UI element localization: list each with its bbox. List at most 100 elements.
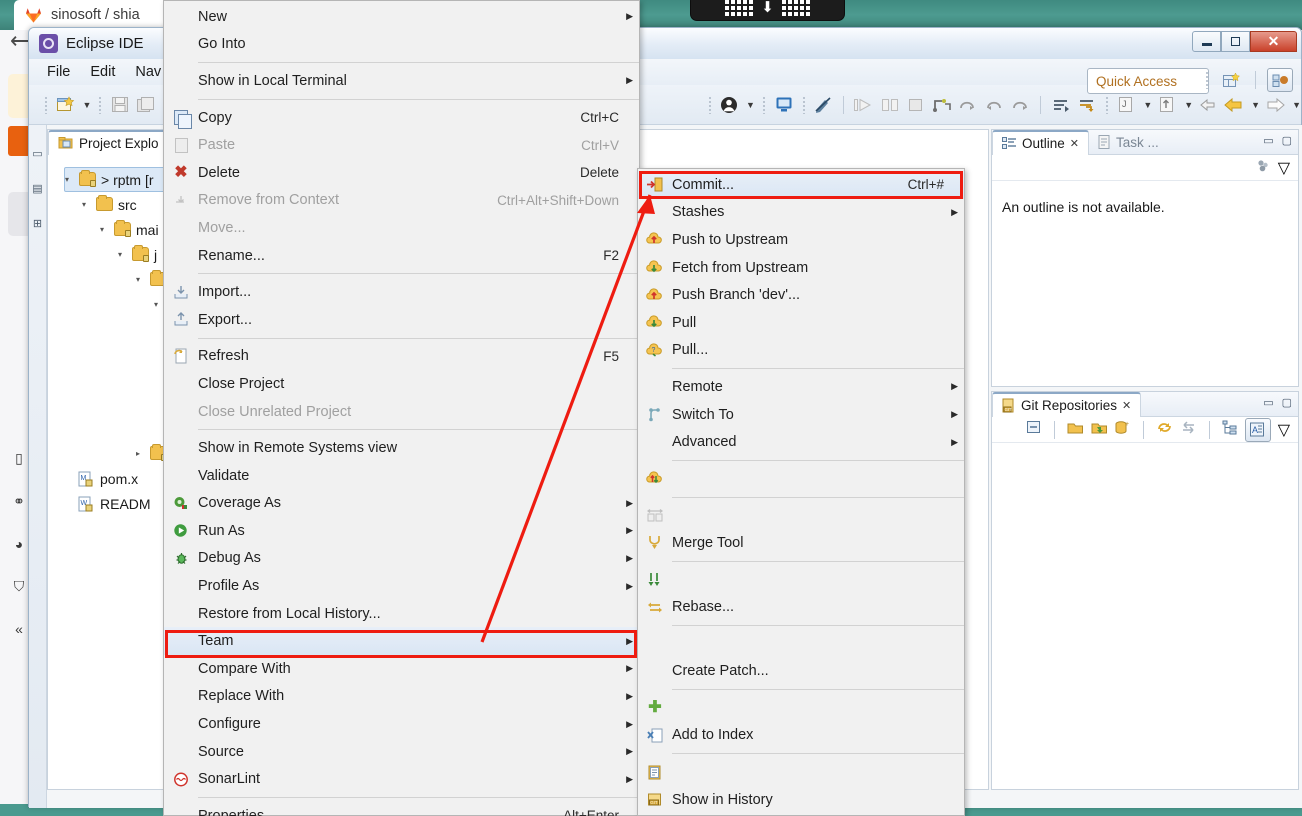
- close-button[interactable]: ✕: [1250, 31, 1297, 52]
- menu-file[interactable]: File: [47, 64, 70, 80]
- tab-outline[interactable]: Outline ✕: [992, 129, 1089, 155]
- project-context-menu[interactable]: New ▶ Go Into Show in Local Terminal ▶ C…: [163, 0, 640, 816]
- step-icon[interactable]: [931, 92, 953, 118]
- menu-item-import[interactable]: Import...: [164, 278, 639, 306]
- team-submenu[interactable]: Commit... Ctrl+# Stashes ▶ Push to Upstr…: [637, 168, 965, 816]
- menu-navigate[interactable]: Nav: [135, 64, 161, 80]
- menu-item-pull-options[interactable]: ? Pull...: [638, 337, 964, 365]
- toolbar-drag-handle-7[interactable]: [1104, 95, 1109, 114]
- new-wizard-icon[interactable]: [55, 92, 77, 118]
- tab-project-explorer[interactable]: Project Explo: [48, 129, 169, 155]
- refresh-icon[interactable]: [1156, 420, 1173, 440]
- collapse-arrow-icon-res[interactable]: ▸: [136, 449, 146, 458]
- prev-edit-dropdown-caret[interactable]: ▼: [1251, 100, 1260, 110]
- quick-access-input[interactable]: Quick Access: [1087, 68, 1209, 94]
- menu-item-show-in-remote-systems-view[interactable]: Show in Remote Systems view: [164, 434, 639, 462]
- menu-item-push-branch[interactable]: Push Branch 'dev'...: [638, 281, 964, 309]
- maximize-icon-outline[interactable]: ▢: [1282, 134, 1292, 147]
- view-menu-icon[interactable]: ▽: [1278, 158, 1290, 178]
- expand-arrow-icon-main[interactable]: ▾: [100, 225, 110, 234]
- expand-arrow-icon-src[interactable]: ▾: [82, 200, 92, 209]
- toolbar-drag-handle-2[interactable]: [98, 95, 102, 114]
- user-dropdown-caret[interactable]: ▼: [746, 100, 755, 110]
- run-icon[interactable]: [853, 92, 875, 118]
- minimize-button[interactable]: [1192, 31, 1221, 52]
- branch-label-icon[interactable]: A: [1244, 417, 1271, 442]
- create-repo-icon[interactable]: +: [1115, 420, 1131, 440]
- expand-arrow-icon[interactable]: ▾: [65, 175, 75, 184]
- menu-item-properties[interactable]: Properties Alt+Enter: [164, 802, 639, 816]
- back-nav-icon[interactable]: [1197, 92, 1219, 118]
- no-edit-icon[interactable]: [812, 92, 834, 118]
- menu-item-delete[interactable]: ✖ Delete Delete: [164, 159, 639, 187]
- menu-item-run-as[interactable]: Run As ▶: [164, 517, 639, 545]
- menu-item-add-to-index[interactable]: ✚: [638, 694, 964, 722]
- git-staging-icon[interactable]: [1076, 92, 1098, 118]
- menu-item-rename[interactable]: Rename... F2: [164, 242, 639, 270]
- new-wizard-dropdown-caret[interactable]: ▼: [83, 100, 92, 110]
- minimize-icon-git[interactable]: ▭: [1263, 396, 1273, 409]
- menu-item-refresh[interactable]: Refresh F5: [164, 343, 639, 371]
- pause-icon[interactable]: [879, 92, 901, 118]
- link-selection-icon[interactable]: [1180, 420, 1197, 440]
- menu-item-go-into[interactable]: Go Into: [164, 31, 639, 59]
- collapse-all-icon[interactable]: [1026, 420, 1042, 440]
- minimize-icon-outline[interactable]: ▭: [1263, 134, 1273, 147]
- open-resource-dropdown-caret[interactable]: ▼: [1184, 100, 1193, 110]
- menu-item-ignore[interactable]: Add to Index: [638, 722, 964, 750]
- menu-item-commit[interactable]: Commit... Ctrl+#: [638, 171, 964, 199]
- hierarchy-fastview-icon[interactable]: ⊞: [29, 217, 46, 230]
- maximize-icon-git[interactable]: ▢: [1282, 396, 1292, 409]
- menu-item-rebase[interactable]: [638, 566, 964, 594]
- menu-item-remote[interactable]: Remote ▶: [638, 373, 964, 401]
- close-icon-git[interactable]: ✕: [1122, 399, 1131, 412]
- step-over-icon[interactable]: [957, 92, 979, 118]
- close-icon[interactable]: ✕: [1070, 137, 1079, 150]
- open-type-icon[interactable]: J: [1115, 92, 1137, 118]
- maximize-button[interactable]: [1221, 31, 1250, 52]
- menu-item-advanced[interactable]: Advanced ▶: [638, 428, 964, 456]
- view-menu-icon-git[interactable]: ▽: [1278, 420, 1290, 440]
- user-icon[interactable]: [718, 92, 740, 118]
- toolbar-drag-handle-6[interactable]: [801, 95, 806, 114]
- menu-item-coverage-as[interactable]: Coverage As ▶: [164, 490, 639, 518]
- menu-item-restore-from-local-history[interactable]: Restore from Local History...: [164, 600, 639, 628]
- tab-tasklist[interactable]: Task ...: [1089, 130, 1168, 155]
- hierarchy-icon[interactable]: [1222, 420, 1238, 440]
- toolbar-drag-handle-5[interactable]: [761, 95, 766, 114]
- menu-item-new[interactable]: New ▶: [164, 3, 639, 31]
- menu-edit[interactable]: Edit: [90, 64, 115, 80]
- stop-icon[interactable]: [905, 92, 927, 118]
- console-icon[interactable]: [773, 92, 795, 118]
- open-resource-icon[interactable]: [1156, 92, 1178, 118]
- expand-arrow-icon-java[interactable]: ▾: [118, 250, 128, 259]
- menu-item-replace-with[interactable]: Replace With ▶: [164, 683, 639, 711]
- menu-item-copy[interactable]: Copy Ctrl+C: [164, 104, 639, 132]
- open-perspective-icon[interactable]: [1218, 68, 1244, 92]
- expand-arrow-icon-l4[interactable]: ▾: [136, 275, 146, 284]
- menu-item-synchronize-workspace[interactable]: [638, 465, 964, 493]
- step-return-icon[interactable]: [983, 92, 1005, 118]
- menu-item-create-patch[interactable]: [638, 630, 964, 658]
- prev-edit-icon[interactable]: [1223, 92, 1245, 118]
- menu-item-source[interactable]: Source ▶: [164, 738, 639, 766]
- menu-item-show-in-repositories-view[interactable]: GIT Show in History: [638, 786, 964, 814]
- toolbar-drag-handle[interactable]: [44, 95, 48, 114]
- menu-item-compare-with[interactable]: Compare With ▶: [164, 655, 639, 683]
- menu-item-close-project[interactable]: Close Project: [164, 370, 639, 398]
- menu-item-reset[interactable]: Rebase...: [638, 593, 964, 621]
- perspective-drag-handle[interactable]: [1205, 71, 1209, 89]
- tab-git-repositories[interactable]: GIT Git Repositories ✕: [992, 391, 1142, 417]
- menu-item-fetch-from-upstream[interactable]: Fetch from Upstream: [638, 254, 964, 282]
- menu-item-sonarlint[interactable]: SonarLint ▶: [164, 765, 639, 793]
- restore-view-icon[interactable]: ▭: [29, 147, 46, 160]
- menu-item-switch-to[interactable]: Switch To ▶: [638, 401, 964, 429]
- menu-item-team[interactable]: Team ▶: [164, 627, 639, 656]
- menu-item-stashes[interactable]: Stashes ▶: [638, 199, 964, 227]
- menu-item-pull[interactable]: Pull: [638, 309, 964, 337]
- toolbar-drag-handle-4[interactable]: [707, 95, 712, 114]
- next-edit-icon[interactable]: [1264, 92, 1286, 118]
- package-explorer-fastview-icon[interactable]: ▤: [29, 182, 46, 195]
- menu-item-push-to-upstream[interactable]: Push to Upstream: [638, 226, 964, 254]
- next-edit-dropdown-caret[interactable]: ▼: [1292, 100, 1301, 110]
